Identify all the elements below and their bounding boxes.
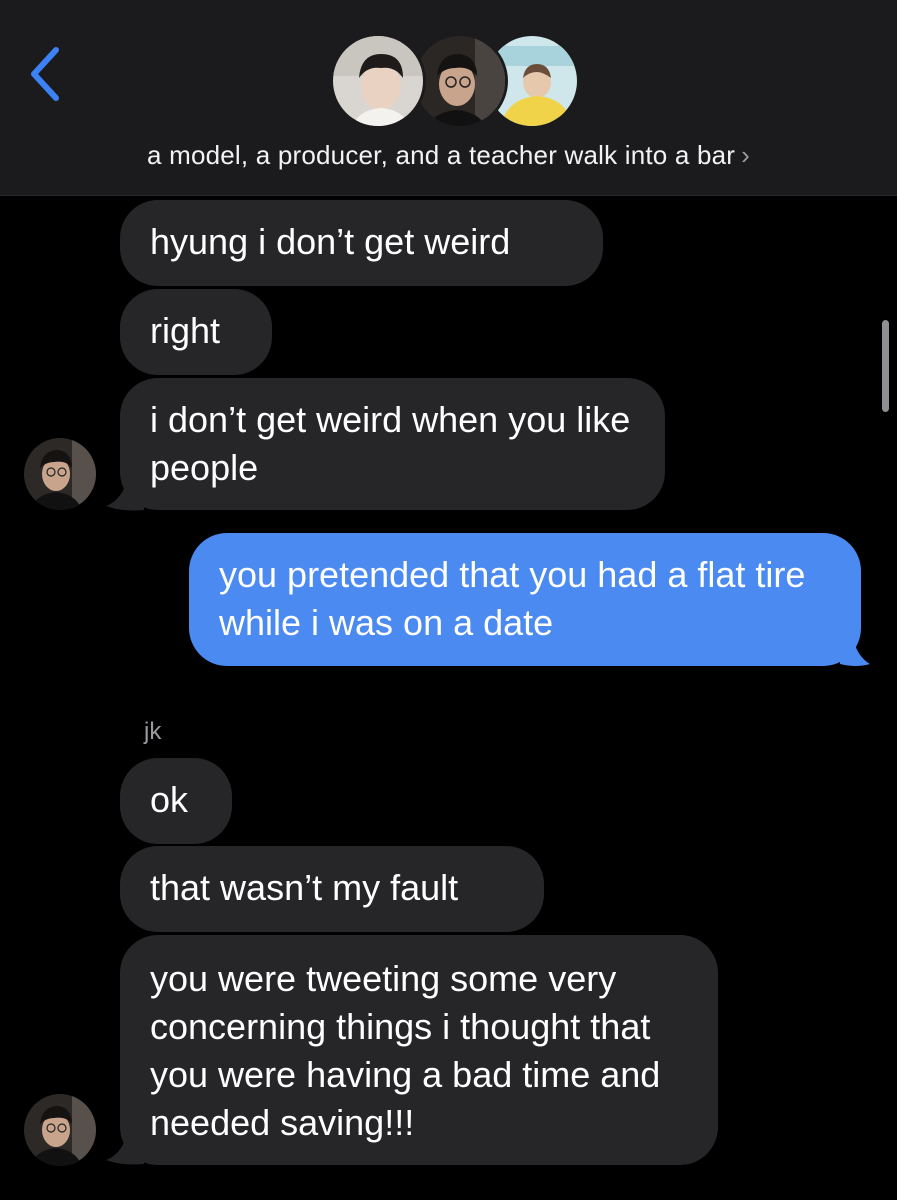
chevron-left-icon — [31, 47, 59, 101]
sender-avatar[interactable] — [24, 1094, 96, 1166]
message-text: that wasn’t my fault — [150, 867, 459, 908]
message-bubble-incoming[interactable]: you were tweeting some very concerning t… — [120, 935, 718, 1165]
bubble-tail — [106, 478, 144, 511]
group-name-button[interactable]: a model, a producer, and a teacher walk … — [0, 140, 897, 171]
message-bubble-incoming[interactable]: ok — [120, 758, 232, 844]
back-button[interactable] — [22, 40, 72, 104]
conversation-screen: a model, a producer, and a teacher walk … — [0, 0, 897, 1200]
chevron-right-icon: › — [741, 140, 750, 170]
message-bubble-outgoing[interactable]: you pretended that you had a flat tire w… — [189, 533, 861, 666]
bubble-tail — [106, 1132, 144, 1165]
member-avatar — [330, 33, 426, 129]
group-name-label: a model, a producer, and a teacher walk … — [147, 140, 736, 170]
sender-name: jk — [144, 718, 162, 745]
message-text: right — [150, 310, 221, 351]
conversation-header: a model, a producer, and a teacher walk … — [0, 0, 897, 196]
message-bubble-incoming[interactable]: hyung i don’t get weird — [120, 200, 603, 286]
member-avatar — [412, 33, 508, 129]
group-avatars[interactable] — [330, 33, 580, 129]
message-text: i don’t get weird when you like people — [150, 399, 631, 488]
bubble-tail — [840, 634, 870, 666]
message-text: you were tweeting some very concerning t… — [150, 958, 661, 1143]
scrollbar[interactable] — [882, 320, 889, 412]
sender-avatar[interactable] — [24, 438, 96, 510]
message-text: hyung i don’t get weird — [150, 221, 511, 262]
message-bubble-incoming[interactable]: right — [120, 289, 272, 375]
message-text: ok — [150, 779, 189, 820]
message-bubble-incoming[interactable]: i don’t get weird when you like people — [120, 378, 665, 510]
message-bubble-incoming[interactable]: that wasn’t my fault — [120, 846, 544, 932]
message-text: you pretended that you had a flat tire w… — [219, 554, 806, 643]
